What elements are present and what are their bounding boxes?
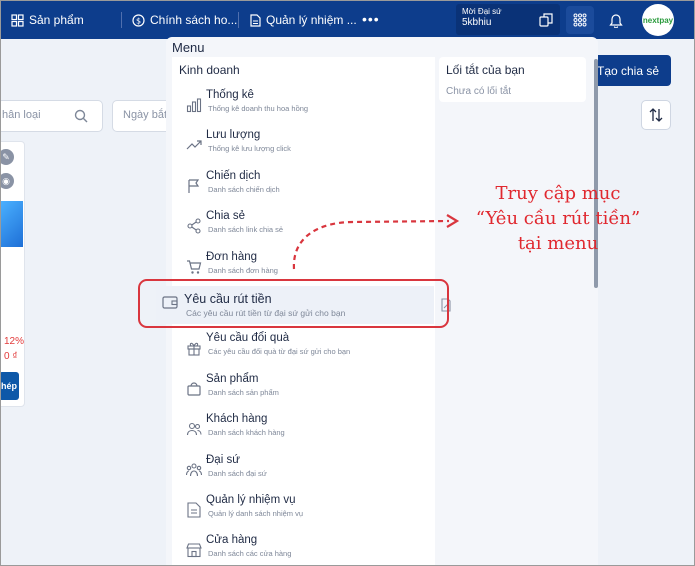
- document-icon: [250, 13, 261, 27]
- group-icon: [186, 463, 202, 477]
- screenshot-frame: Tạo chia sẻ hân loại Ngày bắt ✎ ◉ 12% 0 …: [0, 0, 695, 566]
- flag-icon: [188, 179, 200, 193]
- menu-item-shares[interactable]: Chia sẻ Danh sách link chia sẻ: [181, 210, 431, 244]
- trend-up-icon: [186, 140, 202, 150]
- edit-icon[interactable]: ✎: [1, 149, 14, 165]
- product-card: ✎ ◉: [1, 141, 25, 407]
- menu-item-desc: Danh sách link chia sẻ: [208, 225, 284, 234]
- menu-item-label: Quản lý nhiệm vụ: [206, 494, 296, 506]
- create-share-label: Tạo chia sẻ: [597, 63, 660, 78]
- menu-item-label: Khách hàng: [206, 413, 268, 425]
- apps-menu-button[interactable]: [566, 6, 594, 34]
- search-icon: [74, 109, 88, 123]
- card-percent: 12%: [4, 336, 25, 347]
- menu-item-gift-requests[interactable]: Yêu cầu đổi quà Các yêu cầu đổi quà từ đ…: [181, 332, 431, 366]
- cart-icon: [187, 260, 202, 274]
- category-filter-placeholder: hân loại: [2, 109, 41, 121]
- nav-divider: [238, 12, 239, 28]
- menu-item-label: Yêu cầu đổi quà: [206, 332, 290, 344]
- menu-item-desc: Các yêu cầu đổi quà từ đại sứ gửi cho bạ…: [208, 347, 351, 356]
- card-price: 0 ₫: [4, 351, 18, 362]
- menu-item-statistics[interactable]: Thống kê Thống kê doanh thu hoa hồng: [181, 89, 431, 123]
- shortcuts-title: Lối tắt của bạn: [446, 63, 525, 77]
- menu-item-desc: Quản lý danh sách nhiệm vụ: [208, 509, 304, 518]
- bar-chart-icon: [186, 98, 202, 113]
- product-image: [1, 201, 23, 247]
- nav-item-policy[interactable]: $ Chính sách ho...: [132, 1, 237, 39]
- nav-item-tasks[interactable]: Quản lý nhiệm ...: [250, 1, 357, 39]
- menu-item-desc: Thống kê lưu lượng click: [208, 144, 291, 153]
- create-share-button[interactable]: Tạo chia sẻ: [587, 55, 671, 86]
- task-list-icon: [187, 502, 201, 518]
- shopping-bag-icon: [187, 382, 201, 396]
- menu-item-task-management[interactable]: Quản lý nhiệm vụ Quản lý danh sách nhiệm…: [181, 494, 431, 528]
- start-date-input[interactable]: Ngày bắt: [112, 100, 172, 132]
- highlight-ring: [138, 279, 449, 328]
- menu-item-desc: Thống kê doanh thu hoa hồng: [208, 104, 309, 113]
- menu-item-label: Lưu lượng: [206, 129, 261, 141]
- shortcuts-empty-text: Chưa có lối tắt: [446, 86, 512, 97]
- svg-text:$: $: [136, 16, 141, 25]
- nav-label: Chính sách ho...: [150, 13, 238, 27]
- menu-item-desc: Danh sách chiến dịch: [208, 185, 280, 194]
- dollar-badge-icon: $: [132, 13, 145, 27]
- annotation-line-2: “Yêu cầu rút tiền”: [475, 208, 641, 229]
- menu-item-stores[interactable]: Cửa hàng Danh sách các cửa hàng: [181, 534, 431, 565]
- menu-title: Menu: [172, 40, 205, 55]
- nav-divider: [121, 12, 122, 28]
- menu-item-desc: Danh sách đơn hàng: [208, 266, 278, 275]
- menu-item-label: Sản phẩm: [206, 373, 259, 385]
- menu-item-products[interactable]: Sản phẩm Danh sách sản phẩm: [181, 373, 431, 407]
- business-section-title: Kinh doanh: [179, 63, 240, 77]
- menu-item-label: Đơn hàng: [206, 251, 258, 263]
- nav-label: Quản lý nhiệm ...: [266, 13, 357, 27]
- menu-item-label: Chia sẻ: [206, 210, 245, 222]
- menu-item-desc: Danh sách sản phẩm: [208, 388, 279, 397]
- sort-arrows-icon: [649, 108, 663, 122]
- annotation-text: Truy cập mục “Yêu cầu rút tiền” tại menu: [442, 181, 674, 256]
- menu-item-label: Chiến dịch: [206, 170, 261, 182]
- menu-item-ambassadors[interactable]: Đại sứ Danh sách đại sứ: [181, 454, 431, 488]
- more-menu-button[interactable]: •••: [362, 11, 380, 27]
- menu-item-traffic[interactable]: Lưu lượng Thống kê lưu lượng click: [181, 129, 431, 163]
- menu-item-desc: Danh sách khách hàng: [208, 428, 285, 437]
- sort-button[interactable]: [641, 100, 671, 130]
- store-icon: [186, 543, 202, 558]
- annotation-line-3: tại menu: [517, 233, 599, 254]
- card-copy-button[interactable]: hép: [0, 372, 19, 400]
- card-copy-label: hép: [0, 381, 17, 391]
- menu-item-label: Thống kê: [206, 89, 254, 101]
- menu-item-customers[interactable]: Khách hàng Danh sách khách hàng: [181, 413, 431, 447]
- eye-icon[interactable]: ◉: [1, 173, 14, 189]
- menu-item-desc: Danh sách các cửa hàng: [208, 549, 292, 558]
- nextpay-logo[interactable]: nextpay: [642, 4, 674, 36]
- bell-icon: [609, 13, 623, 28]
- menu-item-label: Cửa hàng: [206, 534, 258, 546]
- logo-text: nextpay: [642, 15, 674, 25]
- annotation-line-1: Truy cập mục: [495, 183, 621, 204]
- menu-item-label: Đại sứ: [206, 454, 240, 466]
- category-filter-input[interactable]: hân loại: [1, 100, 103, 132]
- nav-label: Sản phẩm: [29, 13, 84, 27]
- top-navbar: Sản phẩm $ Chính sách ho... Quản lý nhiệ…: [1, 1, 694, 39]
- menu-item-campaigns[interactable]: Chiến dịch Danh sách chiến dịch: [181, 170, 431, 204]
- menu-item-desc: Danh sách đại sứ: [208, 469, 267, 478]
- copy-icon: [539, 13, 553, 27]
- share-icon: [187, 218, 201, 234]
- copy-code-button[interactable]: [532, 6, 560, 34]
- users-icon: [186, 422, 202, 436]
- shortcuts-column: Lối tắt của bạn Chưa có lối tắt: [439, 57, 586, 102]
- notification-button[interactable]: [602, 6, 630, 34]
- gift-icon: [187, 342, 201, 356]
- nav-item-products[interactable]: Sản phẩm: [11, 1, 84, 39]
- apps-grid-icon: [573, 13, 587, 27]
- grid-icon: [11, 13, 24, 27]
- start-date-placeholder: Ngày bắt: [123, 109, 168, 121]
